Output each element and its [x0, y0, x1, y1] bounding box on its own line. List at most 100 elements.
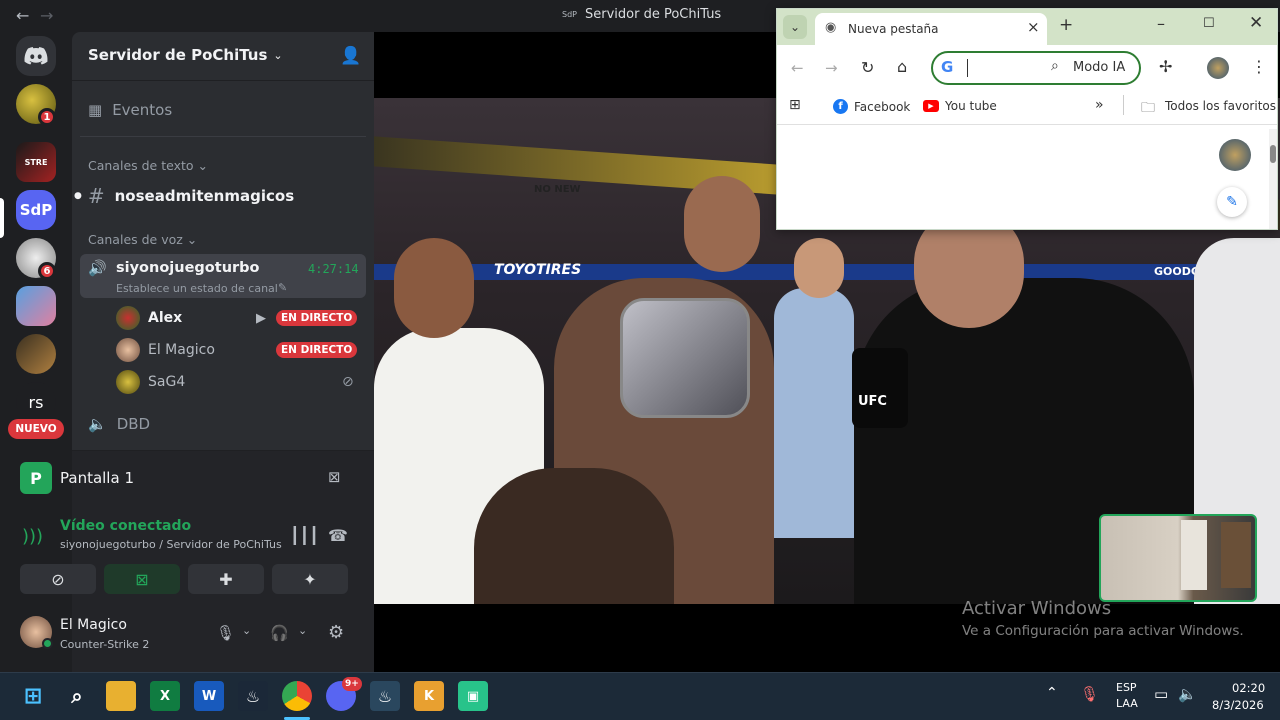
more-bookmarks-icon[interactable]: »	[1095, 97, 1104, 113]
clock-time[interactable]: 02:20	[1232, 681, 1265, 695]
invite-user-icon[interactable]: 👤	[340, 46, 361, 66]
customize-pencil-icon[interactable]: ✎	[1217, 187, 1247, 217]
screen-share-button[interactable]: ⊠	[104, 564, 180, 594]
all-bookmarks[interactable]: Todos los favoritos	[1165, 99, 1276, 113]
voice-member[interactable]: El Magico EN DIRECTO	[80, 334, 366, 366]
forward-arrow-icon[interactable]: →	[40, 6, 53, 25]
noise-icon[interactable]: ┃┃┃	[290, 526, 319, 545]
account-avatar[interactable]	[1219, 139, 1251, 171]
new-badge: NUEVO	[8, 419, 64, 439]
app-icon[interactable]: ▣	[458, 681, 488, 711]
file-explorer-icon[interactable]	[106, 681, 136, 711]
microphone-icon[interactable]: 🎙	[216, 624, 235, 642]
camera-off-icon: ⊘	[51, 569, 65, 589]
tab-new-tab[interactable]: ◉ Nueva pestaña ×	[815, 13, 1047, 45]
headphones-icon[interactable]: 🎧	[270, 624, 289, 642]
chevron-down-icon[interactable]: ⌄	[298, 624, 307, 637]
voice-channel-name: DBD	[116, 415, 151, 433]
tab-title: Nueva pestaña	[848, 22, 939, 36]
disconnect-icon[interactable]: ☎	[328, 526, 348, 545]
server-icon[interactable]	[16, 286, 56, 326]
volume-icon[interactable]: 🔈	[1178, 685, 1197, 703]
server-icon[interactable]	[16, 334, 56, 374]
tab-search-icon[interactable]: ⌄	[783, 15, 807, 39]
word-icon[interactable]: W	[194, 681, 224, 711]
bookmark-youtube[interactable]: ▶ You tube	[923, 99, 997, 113]
close-window-icon[interactable]: ✕	[1249, 13, 1263, 33]
close-tab-icon[interactable]: ×	[1027, 18, 1040, 36]
reload-icon[interactable]: ↻	[861, 58, 874, 77]
chevron-up-icon[interactable]: ⌃	[1046, 685, 1058, 701]
bookmark-label: You tube	[945, 99, 997, 113]
windows-start-icon[interactable]: ⊞	[18, 681, 48, 711]
back-icon[interactable]: ←	[791, 59, 804, 77]
live-badge: EN DIRECTO	[276, 310, 358, 326]
text-category[interactable]: Canales de texto ⌄	[88, 158, 208, 173]
voice-location[interactable]: siyonojuegoturbo / Servidor de PoChiTus	[60, 538, 282, 551]
server-icon[interactable]: STRE	[16, 142, 56, 182]
voice-channel-name: siyonojuegoturbo	[116, 260, 260, 276]
omnibox-input[interactable]: G ⌕ Modo IA	[931, 51, 1141, 85]
forward-icon[interactable]: →	[825, 59, 838, 77]
voice-member[interactable]: SaG4 ⊘	[80, 366, 366, 398]
chevron-down-icon: ⌄	[273, 48, 283, 62]
ai-mode-button[interactable]: Modo IA	[1073, 60, 1125, 75]
voice-member[interactable]: Alex ▶ EN DIRECTO	[80, 302, 366, 334]
profile-avatar[interactable]	[1207, 57, 1229, 79]
window-title: Servidor de PoChiTus	[585, 7, 722, 22]
user-name[interactable]: El Magico	[60, 617, 127, 633]
live-badge: EN DIRECTO	[276, 342, 358, 358]
voice-category[interactable]: Canales de voz ⌄	[88, 232, 197, 247]
steam-client-icon[interactable]: ♨	[370, 681, 400, 711]
search-icon[interactable]: ⌕	[62, 681, 92, 711]
language-bottom[interactable]: LAA	[1116, 697, 1138, 710]
microphone-icon[interactable]: 🎙	[1080, 685, 1099, 703]
server-mini-icon: SdP	[562, 10, 577, 19]
avatar	[116, 306, 140, 330]
camera-preview[interactable]	[1099, 514, 1257, 602]
extensions-icon[interactable]: ✢	[1159, 57, 1172, 76]
back-arrow-icon[interactable]: ←	[16, 6, 29, 25]
events-item[interactable]: ▦ Eventos	[80, 94, 366, 126]
settings-gear-icon[interactable]: ⚙	[328, 622, 344, 643]
server-header[interactable]: Servidor de PoChiTus ⌄	[88, 46, 283, 64]
activities-button[interactable]: ✚	[188, 564, 264, 594]
bookmark-facebook[interactable]: f Facebook	[833, 99, 910, 114]
divider	[72, 80, 374, 81]
chevron-down-icon[interactable]: ⌄	[242, 624, 251, 637]
new-tab-icon[interactable]: +	[1059, 15, 1073, 35]
pencil-icon[interactable]: ✎	[278, 281, 287, 294]
server-icon-active[interactable]: SdP	[16, 190, 56, 230]
language-top[interactable]: ESP	[1116, 681, 1137, 694]
soundboard-button[interactable]: ✦	[272, 564, 348, 594]
stop-stream-icon[interactable]: ⊠	[328, 468, 341, 486]
camera-toggle-button[interactable]: ⊘	[20, 564, 96, 594]
server-icon[interactable]: rs	[16, 382, 56, 422]
scrollbar-thumb[interactable]	[1270, 145, 1276, 163]
app-icon[interactable]: K	[414, 681, 444, 711]
avatar	[116, 338, 140, 362]
stream-title: Pantalla 1	[60, 469, 134, 487]
stream-icon: P	[20, 462, 52, 494]
voice-category-label: Canales de voz	[88, 232, 183, 247]
steam-icon[interactable]: ♨	[238, 681, 268, 711]
facebook-icon: f	[833, 99, 848, 114]
discord-home-icon[interactable]	[16, 36, 56, 76]
voice-channel-item[interactable]: 🔈 DBD	[80, 408, 366, 440]
maximize-icon[interactable]: ☐	[1203, 16, 1215, 31]
excel-icon[interactable]: X	[150, 681, 180, 711]
network-icon[interactable]: ▭	[1154, 685, 1168, 703]
chrome-icon[interactable]	[282, 681, 312, 711]
more-menu-icon[interactable]: ⋮	[1251, 57, 1267, 76]
minimize-icon[interactable]: –	[1157, 14, 1165, 33]
apps-grid-icon[interactable]: ⊞	[789, 97, 801, 113]
chrome-window[interactable]: ⌄ ◉ Nueva pestaña × + – ☐ ✕ ← → ↻ ⌂ G ⌕ …	[776, 8, 1278, 230]
scrollbar[interactable]	[1269, 129, 1277, 229]
person-foreground	[474, 468, 674, 604]
channel-status[interactable]: Establece un estado de canal	[116, 282, 278, 295]
voice-channel-item[interactable]: 🔊 siyonojuegoturbo 4:27:14 Establece un …	[80, 254, 366, 298]
clock-date[interactable]: 8/3/2026	[1212, 698, 1264, 712]
user-activity: Counter-Strike 2	[60, 638, 150, 651]
text-channel-item[interactable]: ● # noseadmitenmagicos	[74, 180, 366, 212]
home-icon[interactable]: ⌂	[897, 57, 907, 76]
